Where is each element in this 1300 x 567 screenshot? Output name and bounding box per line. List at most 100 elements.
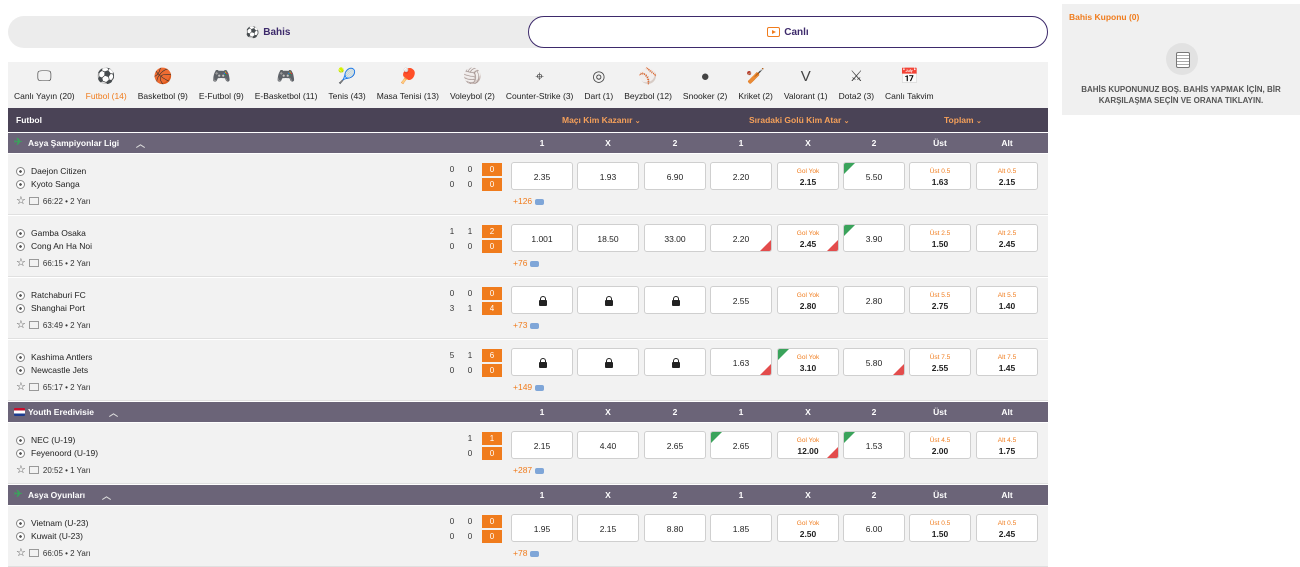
- market-next-goal[interactable]: Sıradaki Golü Kim Atar ⌄: [749, 115, 850, 125]
- odd-button[interactable]: Alt 4.5 1.75: [976, 431, 1038, 459]
- stats-icon[interactable]: [28, 466, 39, 474]
- odd-button[interactable]: 33.00: [644, 224, 706, 252]
- sport-tab[interactable]: 📅 Canlı Takvim: [885, 68, 934, 108]
- odd-button[interactable]: 2.15: [577, 514, 639, 542]
- stats-icon[interactable]: [28, 259, 39, 267]
- sport-tab[interactable]: 🏏 Kriket (2): [738, 68, 772, 108]
- home-team[interactable]: NEC (U-19): [16, 435, 75, 445]
- odd-button[interactable]: 1.93: [577, 162, 639, 190]
- odd-button[interactable]: 2.35: [511, 162, 573, 190]
- home-team[interactable]: Vietnam (U-23): [16, 518, 88, 528]
- odd-button[interactable]: Gol Yok 2.80: [777, 286, 839, 314]
- odd-button[interactable]: Üst 2.5 1.50: [909, 224, 971, 252]
- odd-button[interactable]: [644, 286, 706, 314]
- odd-button[interactable]: [577, 348, 639, 376]
- odd-button[interactable]: Üst 0.5 1.63: [909, 162, 971, 190]
- odd-button[interactable]: Alt 0.5 2.15: [976, 162, 1038, 190]
- odd-button[interactable]: Gol Yok 2.15: [777, 162, 839, 190]
- away-team[interactable]: Cong An Ha Noi: [16, 241, 92, 251]
- odd-button[interactable]: [644, 348, 706, 376]
- chevron-up-icon[interactable]: ︿: [136, 137, 145, 150]
- sport-tab[interactable]: ◎ Dart (1): [584, 68, 613, 108]
- star-icon[interactable]: ☆: [16, 258, 26, 269]
- sport-tab[interactable]: 🏐 Voleybol (2): [450, 68, 495, 108]
- canli-tab[interactable]: Canlı: [528, 16, 1048, 48]
- star-icon[interactable]: ☆: [16, 382, 26, 393]
- sport-tab[interactable]: 🎮 E-Basketbol (11): [255, 68, 318, 108]
- away-team[interactable]: Shanghai Port: [16, 303, 85, 313]
- star-icon[interactable]: ☆: [16, 320, 26, 331]
- odd-button[interactable]: Alt 2.5 2.45: [976, 224, 1038, 252]
- odd-button[interactable]: 3.90: [843, 224, 905, 252]
- league-row[interactable]: Youth Eredivisie ︿ 1 X 2 1 X 2 Üst Alt: [8, 402, 1048, 422]
- chevron-up-icon[interactable]: ︿: [102, 489, 111, 502]
- odd-button[interactable]: 6.90: [644, 162, 706, 190]
- league-row[interactable]: ✈ Asya Şampiyonlar Ligi ︿ 1 X 2 1 X 2 Üst Alt: [8, 133, 1048, 153]
- more-markets-link[interactable]: +76: [513, 258, 540, 268]
- odd-button[interactable]: 2.65: [710, 431, 772, 459]
- sport-tab[interactable]: V Valorant (1): [784, 68, 828, 108]
- home-team[interactable]: Daejon Citizen: [16, 166, 86, 176]
- sport-tab[interactable]: ⌖ Counter-Strike (3): [506, 68, 574, 108]
- league-row[interactable]: ✈ Asya Oyunları ︿ 1 X 2 1 X 2 Üst Alt: [8, 485, 1048, 505]
- home-team[interactable]: Kashima Antlers: [16, 352, 92, 362]
- odd-button[interactable]: 1.63: [710, 348, 772, 376]
- bahis-tab[interactable]: ⚽ Bahis: [8, 16, 528, 48]
- odd-button[interactable]: [511, 348, 573, 376]
- odd-button[interactable]: 6.00: [843, 514, 905, 542]
- odd-button[interactable]: 2.15: [511, 431, 573, 459]
- sport-tab[interactable]: 🎾 Tenis (43): [328, 68, 365, 108]
- away-team[interactable]: Kyoto Sanga: [16, 179, 80, 189]
- odd-button[interactable]: Gol Yok 2.50: [777, 514, 839, 542]
- more-markets-link[interactable]: +149: [513, 382, 545, 392]
- star-icon[interactable]: ☆: [16, 196, 26, 207]
- stats-icon[interactable]: [28, 321, 39, 329]
- market-match-winner[interactable]: Maçı Kim Kazanır ⌄: [562, 115, 641, 125]
- odd-button[interactable]: 18.50: [577, 224, 639, 252]
- sport-tab[interactable]: ⚔ Dota2 (3): [839, 68, 874, 108]
- odd-button[interactable]: Gol Yok 2.45: [777, 224, 839, 252]
- odd-button[interactable]: Üst 7.5 2.55: [909, 348, 971, 376]
- more-markets-link[interactable]: +78: [513, 548, 540, 558]
- odd-button[interactable]: 2.20: [710, 224, 772, 252]
- odd-button[interactable]: 4.40: [577, 431, 639, 459]
- odd-button[interactable]: Üst 5.5 2.75: [909, 286, 971, 314]
- sport-tab[interactable]: ⚾ Beyzbol (12): [624, 68, 672, 108]
- odd-button[interactable]: 2.80: [843, 286, 905, 314]
- home-team[interactable]: Gamba Osaka: [16, 228, 86, 238]
- sport-tab[interactable]: ⚽ Futbol (14): [86, 68, 127, 108]
- odd-button[interactable]: 8.80: [644, 514, 706, 542]
- stats-icon[interactable]: [28, 197, 39, 205]
- odd-button[interactable]: 2.20: [710, 162, 772, 190]
- home-team[interactable]: Ratchaburi FC: [16, 290, 86, 300]
- more-markets-link[interactable]: +287: [513, 465, 545, 475]
- stats-icon[interactable]: [28, 549, 39, 557]
- star-icon[interactable]: ☆: [16, 465, 26, 476]
- star-icon[interactable]: ☆: [16, 548, 26, 559]
- odd-button[interactable]: 1.85: [710, 514, 772, 542]
- sport-tab[interactable]: 🎮 E-Futbol (9): [199, 68, 244, 108]
- stats-icon[interactable]: [28, 383, 39, 391]
- odd-button[interactable]: 1.53: [843, 431, 905, 459]
- odd-button[interactable]: 2.55: [710, 286, 772, 314]
- odd-button[interactable]: Alt 5.5 1.40: [976, 286, 1038, 314]
- odd-button[interactable]: Gol Yok 12.00: [777, 431, 839, 459]
- odd-button[interactable]: Üst 0.5 1.50: [909, 514, 971, 542]
- odd-button[interactable]: 1.001: [511, 224, 573, 252]
- odd-button[interactable]: 5.50: [843, 162, 905, 190]
- odd-button[interactable]: [511, 286, 573, 314]
- odd-button[interactable]: 5.80: [843, 348, 905, 376]
- odd-button[interactable]: 2.65: [644, 431, 706, 459]
- away-team[interactable]: Feyenoord (U-19): [16, 448, 98, 458]
- sport-tab[interactable]: 🏀 Basketbol (9): [138, 68, 188, 108]
- chevron-up-icon[interactable]: ︿: [109, 406, 118, 419]
- sport-tab[interactable]: 🖵 Canlı Yayın (20): [14, 68, 75, 108]
- market-total[interactable]: Toplam ⌄: [944, 115, 982, 125]
- sport-tab[interactable]: 🏓 Masa Tenisi (13): [377, 68, 439, 108]
- odd-button[interactable]: Alt 7.5 1.45: [976, 348, 1038, 376]
- more-markets-link[interactable]: +126: [513, 196, 545, 206]
- odd-button[interactable]: Alt 0.5 2.45: [976, 514, 1038, 542]
- away-team[interactable]: Newcastle Jets: [16, 365, 88, 375]
- more-markets-link[interactable]: +73: [513, 320, 540, 330]
- sport-tab[interactable]: ● Snooker (2): [683, 68, 727, 108]
